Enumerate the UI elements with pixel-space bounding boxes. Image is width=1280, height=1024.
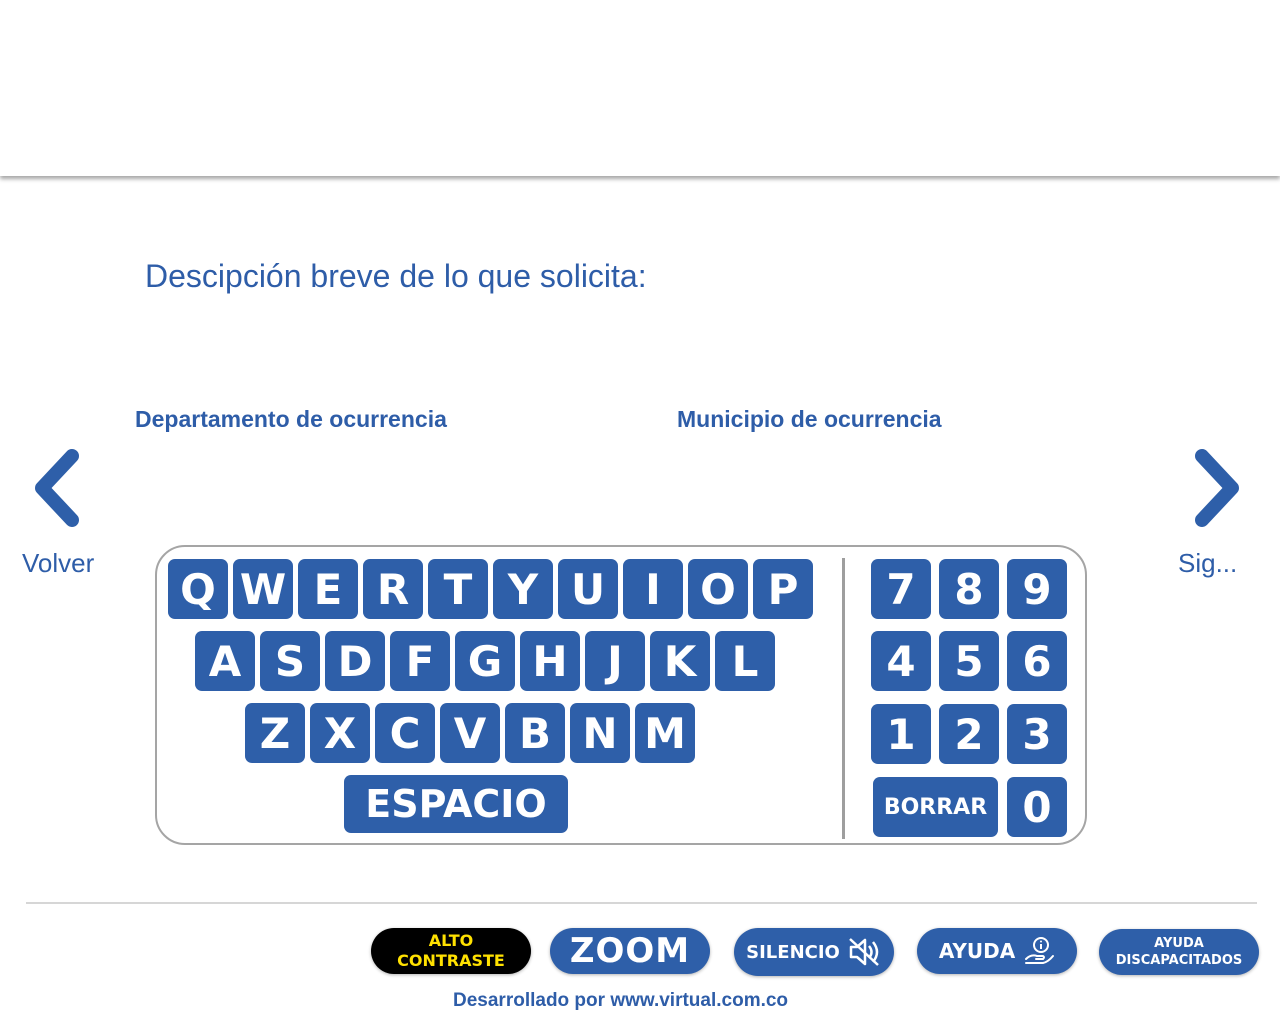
- key-4[interactable]: 4: [871, 631, 931, 691]
- key-r[interactable]: R: [363, 559, 423, 619]
- delete-key[interactable]: BORRAR: [873, 777, 998, 837]
- key-i[interactable]: I: [623, 559, 683, 619]
- key-5[interactable]: 5: [939, 631, 999, 691]
- space-key[interactable]: ESPACIO: [344, 775, 568, 833]
- keyboard-divider: [842, 558, 845, 839]
- key-t[interactable]: T: [428, 559, 488, 619]
- high-contrast-button[interactable]: ALTO CONTRASTE: [371, 928, 531, 974]
- key-2[interactable]: 2: [939, 704, 999, 764]
- key-6[interactable]: 6: [1007, 631, 1067, 691]
- key-o[interactable]: O: [688, 559, 748, 619]
- key-e[interactable]: E: [298, 559, 358, 619]
- back-button[interactable]: Volver: [22, 548, 94, 579]
- departamento-label: Departamento de ocurrencia: [135, 406, 447, 432]
- help-label: AYUDA: [938, 939, 1016, 963]
- key-k[interactable]: K: [650, 631, 710, 691]
- key-c[interactable]: C: [375, 703, 435, 763]
- silence-button[interactable]: SILENCIO: [734, 928, 894, 976]
- silence-label: SILENCIO: [746, 941, 840, 963]
- header-bar: [0, 0, 1280, 176]
- key-1[interactable]: 1: [871, 704, 931, 764]
- help-button[interactable]: AYUDA: [917, 928, 1077, 974]
- high-contrast-line2: CONTRASTE: [397, 951, 505, 970]
- next-button[interactable]: Sig...: [1178, 548, 1237, 579]
- key-q[interactable]: Q: [168, 559, 228, 619]
- high-contrast-line1: ALTO: [428, 931, 474, 950]
- key-3[interactable]: 3: [1007, 704, 1067, 764]
- speaker-muted-icon: [848, 938, 879, 966]
- key-8[interactable]: 8: [939, 559, 999, 619]
- key-x[interactable]: X: [310, 703, 370, 763]
- key-b[interactable]: B: [505, 703, 565, 763]
- key-z[interactable]: Z: [245, 703, 305, 763]
- footer-credit: Desarrollado por www.virtual.com.co: [453, 990, 789, 1011]
- footer-divider: [26, 902, 1257, 904]
- key-d[interactable]: D: [325, 631, 385, 691]
- key-p[interactable]: P: [753, 559, 813, 619]
- municipio-label: Municipio de ocurrencia: [677, 406, 942, 432]
- key-9[interactable]: 9: [1007, 559, 1067, 619]
- chevron-left-icon[interactable]: [32, 448, 88, 528]
- zoom-label: ZOOM: [569, 931, 691, 971]
- key-0[interactable]: 0: [1007, 777, 1067, 837]
- key-u[interactable]: U: [558, 559, 618, 619]
- key-7[interactable]: 7: [871, 559, 931, 619]
- disability-help-button[interactable]: AYUDA DISCAPACITADOS: [1099, 929, 1259, 975]
- key-f[interactable]: F: [390, 631, 450, 691]
- key-l[interactable]: L: [715, 631, 775, 691]
- key-s[interactable]: S: [260, 631, 320, 691]
- chevron-right-icon[interactable]: [1186, 448, 1242, 528]
- page-title: Descipción breve de lo que solicita:: [145, 258, 647, 294]
- key-j[interactable]: J: [585, 631, 645, 691]
- key-g[interactable]: G: [455, 631, 515, 691]
- hand-info-icon: [1025, 937, 1055, 964]
- key-h[interactable]: H: [520, 631, 580, 691]
- disability-line2: DISCAPACITADOS: [1115, 953, 1243, 968]
- zoom-button[interactable]: ZOOM: [550, 928, 710, 974]
- key-y[interactable]: Y: [493, 559, 553, 619]
- key-a[interactable]: A: [195, 631, 255, 691]
- key-w[interactable]: W: [233, 559, 293, 619]
- key-m[interactable]: M: [635, 703, 695, 763]
- disability-line1: AYUDA: [1154, 936, 1204, 951]
- key-n[interactable]: N: [570, 703, 630, 763]
- key-v[interactable]: V: [440, 703, 500, 763]
